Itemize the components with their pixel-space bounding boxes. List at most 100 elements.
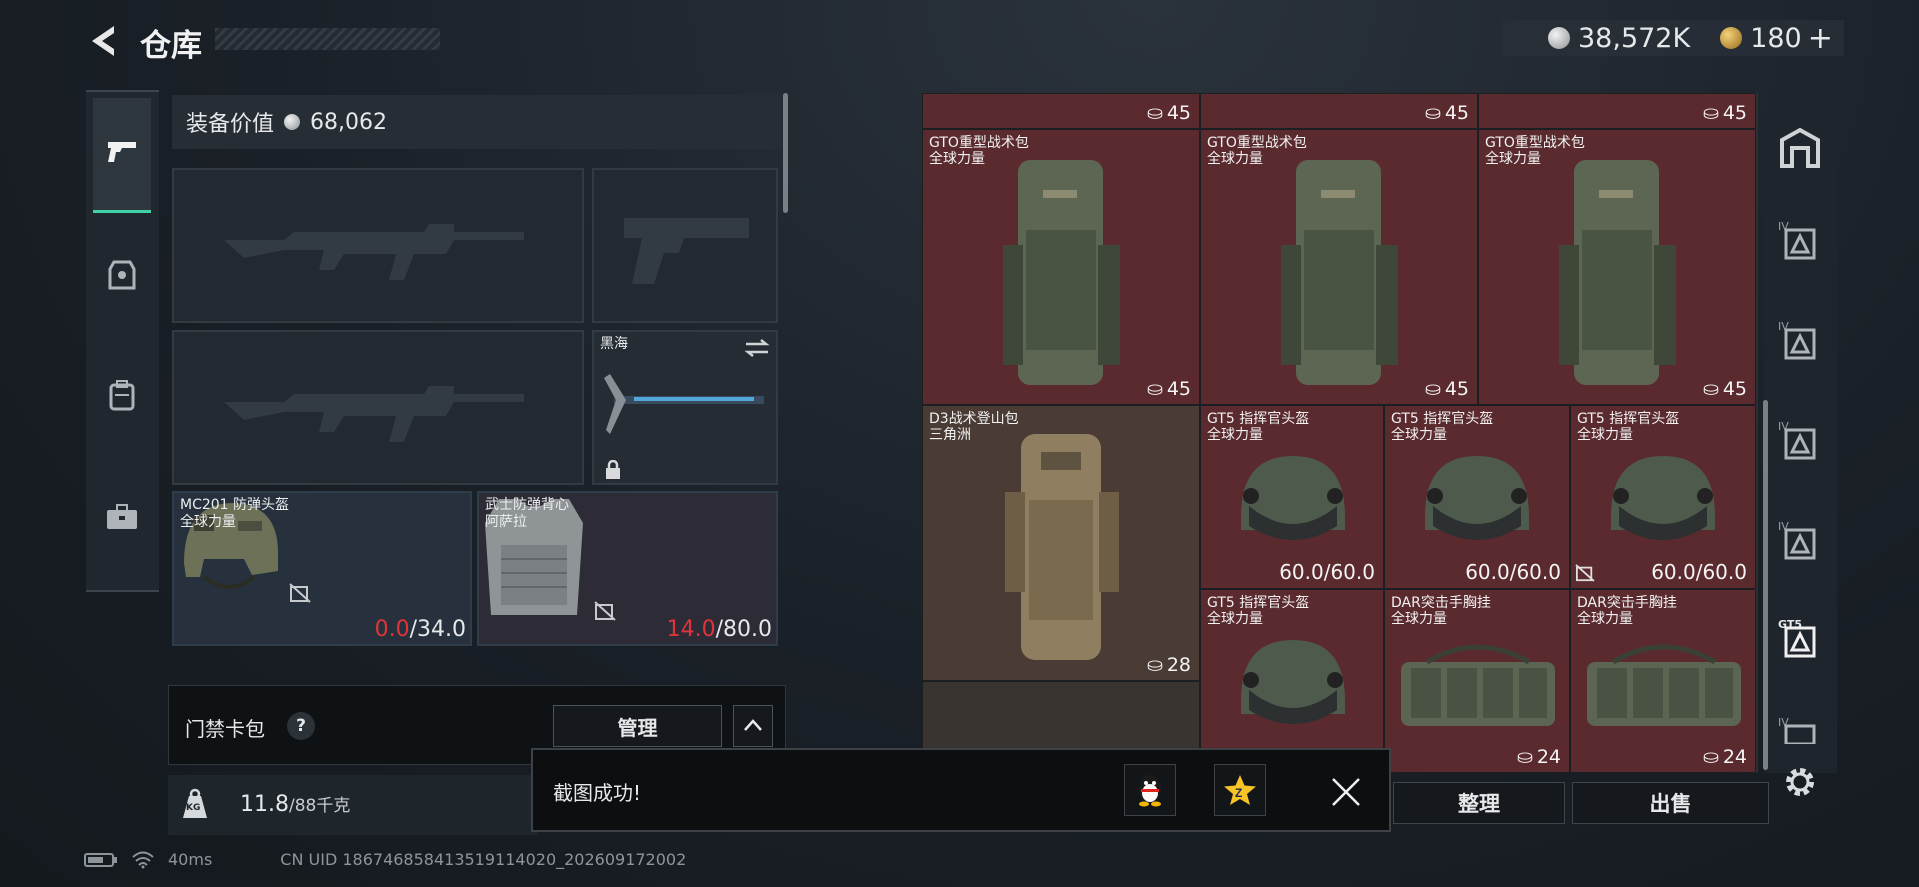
helmet-icon [1241,640,1345,724]
item-source: 全球力量 [1391,427,1447,443]
backpack-icon [1281,160,1398,385]
item-count: ⛀ 45 [1146,378,1191,400]
secondary-weapon-slot[interactable] [172,330,584,485]
item-name: GT5 指挥官头盔 [1391,411,1494,427]
storage-item[interactable]: GTO重型战术包 全球力量 ⛀ 45 [922,129,1200,405]
item-source: 全球力量 [1207,611,1263,627]
item-source: 全球力量 [1207,427,1263,443]
equipment-scrollbar[interactable] [783,93,788,213]
vest-source: 阿萨拉 [485,514,527,530]
silver-coin-icon [284,114,301,130]
add-currency-button[interactable]: + [1808,21,1833,56]
swap-icon [744,339,770,357]
storage-tab-4[interactable]: IV [1778,520,1822,564]
back-button[interactable] [84,22,122,60]
primary-weapon-slot[interactable] [172,168,584,323]
lock-icon [606,460,620,479]
storage-scrollbar[interactable] [1763,400,1768,770]
item-name: GT5 指挥官头盔 [1207,595,1310,611]
backpack-icon [109,380,135,411]
storage-item[interactable]: ⛀ 45 [922,93,1200,129]
share-qq-button[interactable] [1124,764,1176,816]
storage-tab-5[interactable]: GT5 [1778,618,1822,662]
ping-value: 40ms [168,850,213,869]
storage-tab-3[interactable]: IV [1778,420,1822,464]
pistol-slot[interactable] [592,168,778,323]
gold-coin-icon [1720,27,1743,49]
item-count: ⛀ 28 [1146,654,1191,676]
storage-item[interactable]: GT5 指挥官头盔 全球力量 60.0/60.0 [1570,405,1756,589]
item-name: GTO重型战术包 [1207,135,1307,151]
storage-item[interactable]: D3战术登山包 三角洲 ⛀ 28 [922,405,1200,681]
melee-name: 黑海 [600,336,628,352]
wifi-icon [132,851,154,868]
pistol-silhouette-icon [624,218,749,284]
weight-icon: ⛀ [1146,102,1163,124]
no-repair-icon [1575,564,1595,582]
storage-tab-6[interactable]: IV [1778,716,1822,746]
equipment-value-label: 装备价值 [186,112,275,137]
armor-icon [108,260,136,290]
equipment-value-bar: 装备价值 68,062 [172,95,784,149]
storage-item[interactable]: GT5 指挥官头盔 全球力量 60.0/60.0 [1384,405,1570,589]
qq-penguin-icon [1139,775,1161,807]
vest-slot[interactable]: 武士防弹背心 阿萨拉 14.0/80.0 [477,491,778,646]
sort-button[interactable]: 整理 [1393,782,1565,824]
storage-item[interactable]: GT5 指挥官头盔 全球力量 [1200,589,1384,773]
sell-button[interactable]: 出售 [1572,782,1769,824]
nav-item-case[interactable] [105,500,139,534]
help-icon[interactable]: ? [287,712,315,740]
battery-charging-icon [84,852,117,867]
storage-item[interactable]: GT5 指挥官头盔 全球力量 60.0/60.0 [1200,405,1384,589]
helmet-slot[interactable]: MC201 防弹头盔 全球力量 0.0/34.0 [172,491,472,646]
storage-item[interactable]: DAR突击手胸挂 全球力量 ⛀ 24 [1384,589,1570,773]
storage-home-icon[interactable] [1778,126,1822,170]
rifle-silhouette-icon [224,224,524,280]
weight-value: 11.8/88千克 [240,792,351,817]
nav-item-armor[interactable] [105,258,139,292]
user-uid: CN UID 1867468584135191140​20_2026091720… [280,850,687,869]
currency-bar: 38,572K 180 + [1502,20,1844,56]
nav-item-weapons[interactable] [93,98,151,213]
storage-item[interactable]: ⛀ 45 [1200,93,1478,129]
melee-slot[interactable]: 黑海 [592,330,778,485]
backpack-icon [1003,160,1120,385]
title-decoration [215,28,440,50]
weight-icon: ⛀ [1424,378,1441,400]
status-bar: 40ms CN UID 1867468584135191140​20_20260… [84,850,686,869]
item-durability: 60.0/60.0 [1465,560,1561,584]
storage-item[interactable]: GTO重型战术包 全球力量 ⛀ 45 [1200,129,1478,405]
pistol-icon [108,142,136,162]
item-durability: 60.0/60.0 [1279,560,1375,584]
item-durability: 60.0/60.0 [1651,560,1747,584]
storage-tab-1[interactable]: IV [1778,220,1822,264]
nav-item-backpack[interactable] [105,378,139,412]
helmet-durability: 0.0/34.0 [374,617,466,642]
storage-item[interactable]: ⛀ 45 [1478,93,1756,129]
close-icon[interactable] [1330,776,1362,808]
item-source: 全球力量 [1391,611,1447,627]
item-count: ⛀ 24 [1516,746,1561,768]
weight-icon: ⛀ [1516,746,1533,768]
settings-gear-icon[interactable] [1782,764,1818,800]
collapse-button[interactable] [733,705,773,747]
no-repair-icon [594,601,616,621]
vest-name: 武士防弹背心 [485,497,569,513]
storage-item[interactable]: GTO重型战术包 全球力量 ⛀ 45 [1478,129,1756,405]
storage-item[interactable]: DAR突击手胸挂 全球力量 ⛀ 24 [1570,589,1756,773]
share-qzone-button[interactable]: Z [1214,764,1266,816]
manage-button[interactable]: 管理 [553,705,722,747]
item-count: ⛀ 45 [1702,102,1747,124]
silver-amount: 38,572K [1578,22,1691,54]
helmet-source: 全球力量 [180,514,236,530]
rifle-silhouette-icon [224,386,524,442]
item-count: ⛀ 45 [1702,378,1747,400]
silver-coin-icon [1548,27,1570,49]
storage-tab-2[interactable]: IV [1778,320,1822,364]
item-count: ⛀ 45 [1146,102,1191,124]
storage-tab-icon [1784,328,1816,360]
storage-tab-icon [1784,228,1816,260]
item-count: ⛀ 45 [1424,102,1469,124]
backpack-icon [1559,160,1676,385]
weight-bar [168,775,538,835]
